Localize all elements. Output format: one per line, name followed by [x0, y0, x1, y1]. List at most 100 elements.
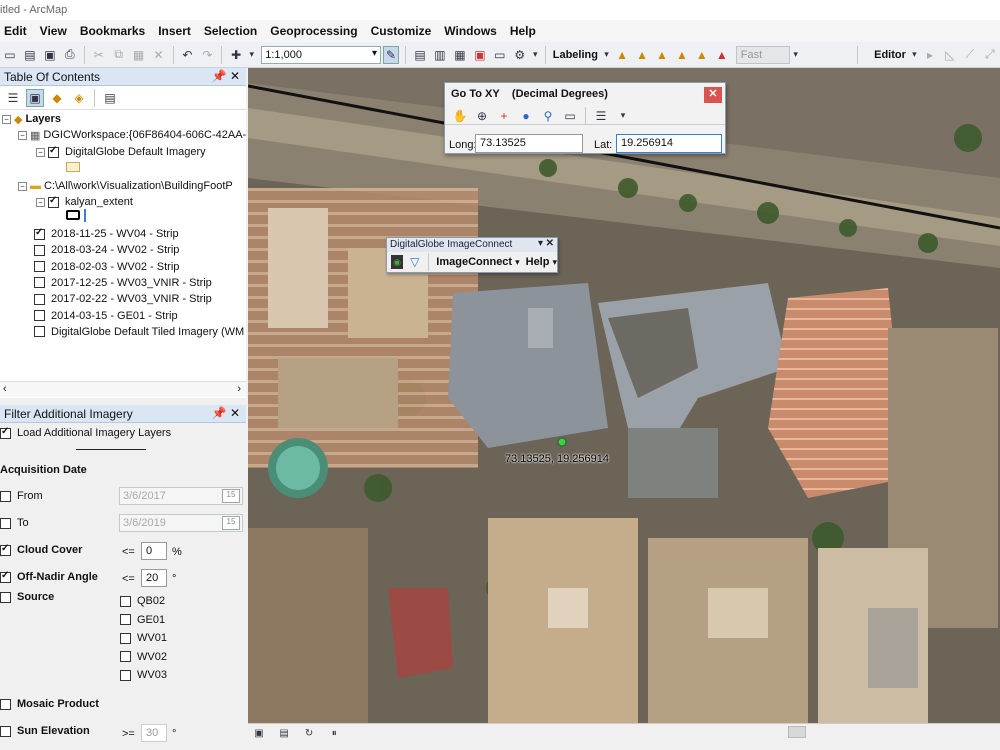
from-date-picker[interactable]: 3/6/2017 15 [119, 487, 243, 505]
undo-icon[interactable]: ↶ [179, 46, 195, 64]
calendar-icon[interactable]: 15 [222, 516, 240, 530]
close-icon[interactable]: ✕ [546, 238, 554, 249]
menu-view[interactable]: View [40, 24, 67, 38]
label-weight-icon[interactable]: ▲ [654, 46, 670, 64]
layer-checkbox[interactable] [48, 195, 59, 208]
scroll-right-icon[interactable]: › [237, 383, 241, 395]
cloud-cover-option[interactable]: Cloud Cover [0, 542, 82, 558]
collapse-icon[interactable]: − [36, 197, 45, 207]
map-view[interactable]: 73.13525, 19.256914 [248, 68, 1000, 723]
options-icon[interactable]: ▤ [101, 89, 119, 107]
collapse-icon[interactable]: − [18, 181, 27, 191]
mosaic-option[interactable]: Mosaic Product [0, 696, 99, 712]
flash-icon[interactable]: + [495, 107, 513, 125]
add-point-icon[interactable]: ● [517, 107, 535, 125]
model-builder-icon[interactable]: ⚙ [512, 46, 528, 64]
strip-layer-item[interactable]: 2017-12-25 - WV03_VNIR - Strip [34, 275, 212, 291]
close-icon[interactable]: ✕ [230, 406, 240, 420]
layer-default-imagery[interactable]: − DigitalGlobe Default Imagery [36, 144, 206, 160]
copy-icon[interactable]: ⧉ [111, 46, 127, 64]
list-by-visibility-icon[interactable]: ◆ [48, 89, 66, 107]
table-of-contents-icon[interactable]: ▤ [412, 46, 428, 64]
imageconnect-logo-icon[interactable]: ◉ [391, 255, 403, 269]
pause-drawing-icon[interactable]: ⏸ [325, 724, 343, 742]
to-option[interactable]: To [0, 515, 29, 531]
layout-view-icon[interactable]: ▤ [275, 724, 293, 742]
strip-layer-item[interactable]: 2018-11-25 - WV04 - Strip [34, 226, 179, 242]
list-by-drawing-order-icon[interactable]: ☰ [4, 89, 22, 107]
strip-layer-item[interactable]: 2014-03-15 - GE01 - Strip [34, 308, 178, 324]
menu-customize[interactable]: Customize [371, 24, 432, 38]
help-menu[interactable]: Help [526, 256, 550, 268]
source-option-wv03[interactable]: WV03 [120, 667, 167, 683]
paste-icon[interactable]: ▦ [131, 46, 147, 64]
source-checkbox[interactable] [120, 595, 131, 607]
catalog-icon[interactable]: ▥ [432, 46, 448, 64]
calendar-icon[interactable]: 15 [222, 489, 240, 503]
from-checkbox[interactable] [0, 490, 11, 502]
label-priority-icon[interactable]: ▲ [634, 46, 650, 64]
new-map-icon[interactable]: ▭ [2, 46, 18, 64]
python-window-icon[interactable]: ▭ [492, 46, 508, 64]
menu-edit[interactable]: Edit [4, 24, 27, 38]
menu-selection[interactable]: Selection [204, 24, 257, 38]
chevron-down-icon[interactable]: ▾ [515, 257, 520, 268]
source-checkbox[interactable] [120, 669, 131, 681]
menu-bookmarks[interactable]: Bookmarks [80, 24, 145, 38]
menu-windows[interactable]: Windows [444, 24, 497, 38]
add-labeled-point-icon[interactable]: ⚲ [539, 107, 557, 125]
trace-icon[interactable]: ⤢ [982, 46, 998, 64]
source-option-wv02[interactable]: WV02 [120, 649, 167, 665]
arctoolbox-icon[interactable]: ▣ [472, 46, 488, 64]
edit-annotation-icon[interactable]: ◺ [942, 46, 958, 64]
layer-checkbox[interactable] [34, 310, 45, 321]
source-checkbox[interactable] [120, 614, 131, 625]
delete-icon[interactable]: ✕ [151, 46, 167, 64]
pause-labeling-icon[interactable]: ▲ [694, 46, 710, 64]
view-unplaced-labels-icon[interactable]: ▲ [714, 46, 730, 64]
sun-elevation-option[interactable]: Sun Elevation [0, 723, 90, 739]
source-option-wv01[interactable]: WV01 [120, 630, 167, 646]
from-option[interactable]: From [0, 488, 43, 504]
filter-icon[interactable]: ▽ [407, 253, 422, 271]
layer-checkbox[interactable] [34, 261, 45, 273]
lock-labels-icon[interactable]: ▲ [674, 46, 690, 64]
menu-help[interactable]: Help [510, 24, 536, 38]
units-menu-icon[interactable]: ☰ [592, 107, 610, 125]
label-manager-icon[interactable]: ▲ [614, 46, 630, 64]
chevron-down-icon[interactable]: ▾ [532, 46, 539, 64]
layers-group[interactable]: − ◆ Layers [2, 111, 61, 127]
to-checkbox[interactable] [0, 517, 11, 529]
draw-speed-select[interactable]: Fast [735, 45, 791, 64]
source-checkbox[interactable] [120, 632, 131, 644]
cloud-cover-input[interactable]: 0 [141, 542, 167, 560]
toc-hscrollbar[interactable]: ‹ › [0, 381, 246, 397]
strip-layer-item[interactable]: 2018-03-24 - WV02 - Strip [34, 242, 179, 258]
search-window-icon[interactable]: ▦ [452, 46, 468, 64]
map-scale-select[interactable]: 1:1,000 [261, 45, 381, 64]
to-date-picker[interactable]: 3/6/2019 15 [119, 514, 243, 532]
off-nadir-input[interactable]: 20 [141, 569, 167, 587]
chevron-down-icon[interactable]: ▾ [248, 46, 255, 64]
print-icon[interactable]: ⎙ [62, 46, 78, 64]
add-data-icon[interactable]: ✚ [228, 46, 244, 64]
layer-checkbox[interactable] [34, 326, 45, 338]
layer-checkbox[interactable] [48, 145, 59, 158]
strip-layer-item[interactable]: 2017-02-22 - WV03_VNIR - Strip [34, 291, 212, 307]
off-nadir-checkbox[interactable] [0, 570, 11, 583]
source-checkbox[interactable] [0, 591, 11, 603]
layer-checkbox[interactable] [34, 244, 45, 256]
redo-icon[interactable]: ↷ [199, 46, 215, 64]
source-option-ge01[interactable]: GE01 [120, 612, 165, 628]
source-option-qb02[interactable]: QB02 [120, 593, 165, 609]
labeling-menu[interactable]: Labeling [553, 49, 598, 61]
sun-elevation-checkbox[interactable] [0, 725, 11, 737]
list-by-selection-icon[interactable]: ◈ [70, 89, 88, 107]
collapse-icon[interactable]: − [18, 130, 27, 140]
open-icon[interactable]: ▤ [22, 46, 38, 64]
map-point-marker[interactable] [557, 437, 567, 447]
longitude-input[interactable]: 73.13525 [475, 134, 583, 153]
workspace-group[interactable]: − ▦ DGICWorkspace:{06F86404-606C-42AA- [18, 127, 246, 143]
add-callout-icon[interactable]: ▭ [561, 107, 579, 125]
collapse-icon[interactable]: − [2, 114, 11, 124]
